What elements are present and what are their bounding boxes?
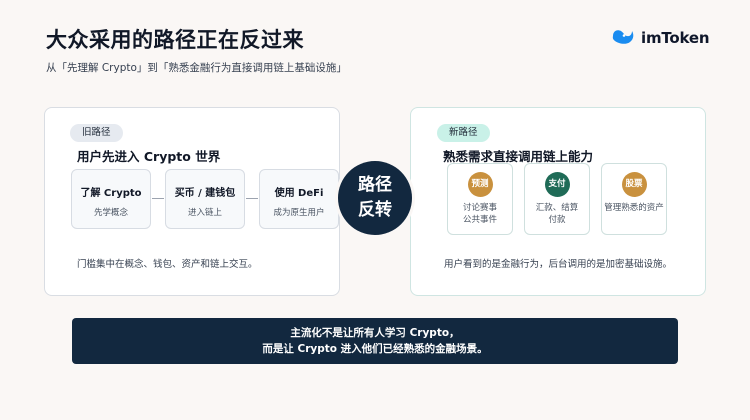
new-path-tag: 新路径	[437, 124, 490, 142]
prediction-badge: 预测	[467, 172, 493, 197]
old-path-tag: 旧路径	[70, 124, 123, 142]
reversal-line-1: 路径	[358, 175, 392, 195]
old-path-note: 门槛集中在概念、钱包、资产和链上交互。	[77, 259, 258, 270]
feature-text-line: 讨论赛事	[462, 203, 497, 213]
page-title: 大众采用的路径正在反过来	[46, 28, 304, 52]
feature-text: 讨论赛事 公共事件	[448, 202, 512, 226]
step-title: 买币 / 建钱包	[174, 188, 236, 199]
feature-text-line: 汇款、结算	[535, 203, 579, 213]
step-connector	[246, 198, 258, 199]
feature-payment: 支付 汇款、结算 付款	[524, 163, 590, 235]
step-subtitle: 先学概念	[93, 208, 128, 218]
page-subtitle: 从「先理解 Crypto」到「熟悉金融行为直接调用链上基础设施」	[46, 62, 347, 74]
step-use-defi: 使用 DeFi 成为原生用户	[259, 169, 339, 229]
step-subtitle: 进入链上	[187, 208, 222, 218]
new-path-card: 新路径 熟悉需求直接调用链上能力 预测 讨论赛事 公共事件 支付 汇款、结算 付…	[410, 107, 706, 296]
old-path-heading: 用户先进入 Crypto 世界	[77, 149, 221, 164]
feature-text: 汇款、结算 付款	[525, 202, 589, 226]
brand-logo: imToken	[611, 27, 710, 49]
step-learn-crypto: 了解 Crypto 先学概念	[71, 169, 151, 229]
banner-line-1: 主流化不是让所有人学习 Crypto，	[290, 327, 460, 339]
new-path-note: 用户看到的是金融行为，后台调用的是加密基础设施。	[444, 259, 673, 270]
reversal-line-2: 反转	[358, 200, 392, 220]
stocks-badge: 股票	[621, 172, 647, 197]
banner-line-2: 而是让 Crypto 进入他们已经熟悉的金融场景。	[262, 343, 488, 355]
brand-name: imToken	[641, 29, 710, 47]
feature-text: 管理熟悉的资产	[602, 202, 666, 214]
step-title: 了解 Crypto	[80, 188, 142, 199]
feature-text-line: 付款	[548, 215, 566, 225]
step-connector	[152, 198, 164, 199]
path-reversal-circle: 路径 反转	[338, 161, 412, 235]
old-path-card: 旧路径 用户先进入 Crypto 世界 了解 Crypto 先学概念 买币 / …	[44, 107, 340, 296]
feature-text-line: 管理熟悉的资产	[604, 203, 664, 213]
step-subtitle: 成为原生用户	[273, 208, 325, 218]
step-title: 使用 DeFi	[274, 188, 324, 199]
step-buy-coin-wallet: 买币 / 建钱包 进入链上	[165, 169, 245, 229]
imtoken-logo-icon	[611, 27, 635, 49]
feature-stocks: 股票 管理熟悉的资产	[601, 163, 667, 235]
payment-badge: 支付	[544, 172, 570, 197]
conclusion-banner: 主流化不是让所有人学习 Crypto， 而是让 Crypto 进入他们已经熟悉的…	[72, 318, 678, 364]
feature-text-line: 公共事件	[462, 215, 497, 225]
feature-prediction: 预测 讨论赛事 公共事件	[447, 163, 513, 235]
